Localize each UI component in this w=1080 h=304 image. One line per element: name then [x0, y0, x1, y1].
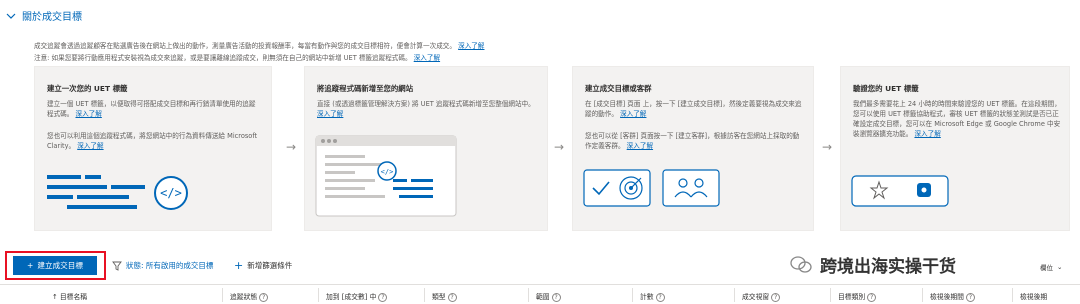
code-tag-illustration-icon: </> [47, 175, 188, 210]
sort-up-icon: ↑ [52, 293, 58, 301]
chat-bubbles-icon [790, 255, 812, 273]
learn-more-link[interactable]: 深入了解 [627, 142, 653, 150]
chevron-down-icon: ⌄ [1057, 263, 1063, 271]
help-icon[interactable]: ? [655, 293, 665, 302]
arrow-right-icon: → [554, 140, 565, 154]
arrow-right-icon: → [286, 140, 297, 154]
column-separator [734, 288, 735, 302]
status-filter-button[interactable]: 狀態: 所有啟用的成交目標 [112, 260, 213, 271]
plus-icon: + [27, 261, 34, 270]
column-separator [528, 288, 529, 302]
step-card-verify-tag: 驗證您的 UET 標籤 我們最多需要花上 24 小時的時間來驗證您的 UET 標… [840, 66, 1070, 231]
column-header-type[interactable]: 類型? [432, 291, 457, 302]
description-line-2: 注意: 如果您要將行動應用程式安裝視為成交來追蹤，或是要讓離線追蹤成交，則無須在… [34, 54, 441, 62]
help-icon[interactable]: ? [259, 293, 269, 302]
help-icon[interactable]: ? [771, 293, 781, 302]
column-header-count[interactable]: 計數? [640, 291, 665, 302]
column-separator [318, 288, 319, 302]
column-header-scope[interactable]: 範圍? [536, 291, 561, 302]
column-header-goal-category[interactable]: 目標類別? [838, 291, 877, 302]
arrow-right-icon: → [822, 140, 833, 154]
column-separator [922, 288, 923, 302]
webpage-code-illustration-icon: </> [315, 135, 457, 217]
learn-more-link[interactable]: 深入了解 [75, 110, 101, 118]
card-title: 將追蹤程式碼新增至您的網站 [317, 84, 414, 93]
learn-more-link[interactable]: 深入了解 [317, 110, 343, 118]
step-card-add-code: 將追蹤程式碼新增至您的網站 直接 (或透過標籤管理解決方案) 將 UET 追蹤程… [304, 66, 548, 231]
card-title: 建立成交目標或客群 [585, 84, 652, 93]
column-header-tracking-status[interactable]: 追蹤狀態? [230, 291, 269, 302]
learn-more-link[interactable]: 深入了解 [458, 42, 484, 50]
step-card-create-tag: 建立一次您的 UET 標籤 建立一個 UET 標籤，以便取得可搭配成交目標和再行… [34, 66, 272, 231]
help-icon[interactable]: ? [867, 293, 877, 302]
card-title: 建立一次您的 UET 標籤 [47, 84, 128, 93]
filter-icon [112, 261, 122, 271]
column-separator [424, 288, 425, 302]
add-filter-button[interactable]: + 新增篩選條件 [234, 259, 292, 272]
column-separator [222, 288, 223, 302]
column-header-conversion-window[interactable]: 成交視窗? [742, 291, 781, 302]
chevron-down-icon [6, 13, 16, 19]
goal-audience-illustration-icon [583, 169, 720, 207]
watermark: 跨境出海实操干货 [790, 252, 956, 277]
description-line-1: 成交追蹤會透過追蹤顧客在點選廣告後在網站上做出的動作，測量廣告活動的投資報酬率，… [34, 42, 485, 50]
column-header-include-in-conversions[interactable]: 加到 [成交數] 中? [326, 291, 388, 302]
card-text: 在 [成交目標] 頁面 上，按一下 [建立成交目標]，然後定義要視為成交來追蹤的… [585, 100, 802, 118]
help-icon[interactable]: ? [965, 293, 975, 302]
help-icon[interactable]: ? [378, 293, 388, 302]
help-icon[interactable]: ? [447, 293, 457, 302]
learn-more-link[interactable]: 深入了解 [914, 130, 940, 138]
card-text: 我們最多需要花上 24 小時的時間來驗證您的 UET 標籤。在這段期間，您可以使… [853, 100, 1061, 138]
step-card-create-goal: 建立成交目標或客群 在 [成交目標] 頁面 上，按一下 [建立成交目標]，然後定… [572, 66, 814, 231]
help-icon[interactable]: ? [551, 293, 561, 302]
learn-more-link[interactable]: 深入了解 [414, 54, 440, 62]
learn-more-link[interactable]: 深入了解 [620, 110, 646, 118]
card-title: 驗證您的 UET 標籤 [853, 84, 919, 93]
column-header-view-through-window[interactable]: 檢視後期間? [930, 291, 975, 302]
card-text: 建立一個 UET 標籤，以便取得可搭配成交目標和再行銷清單使用的追蹤程式碼。 深… [47, 100, 256, 118]
divider [0, 284, 1080, 285]
svg-text:</>: </> [160, 186, 182, 200]
section-toggle[interactable]: 關於成交目標 [6, 8, 82, 23]
browser-extension-illustration-icon [851, 175, 949, 207]
learn-more-link[interactable]: 深入了解 [77, 142, 103, 150]
card-text: 您也可以利用這個追蹤程式碼，將您網站中的行為資料傳送給 Microsoft Cl… [47, 132, 258, 150]
column-separator [1012, 288, 1013, 302]
section-title: 關於成交目標 [22, 12, 82, 23]
plus-icon: + [234, 259, 244, 272]
column-header-goal-name[interactable]: ↑ 目標名稱 [52, 291, 87, 301]
create-conversion-goal-button[interactable]: + 建立成交目標 [13, 256, 97, 275]
card-text: 直接 (或透過標籤管理解決方案) 將 UET 追蹤程式碼新增至您整個網站中。 深… [317, 100, 535, 118]
columns-button[interactable]: 欄位 ⌄ [1040, 262, 1062, 272]
column-separator [830, 288, 831, 302]
svg-text:</>: </> [381, 168, 394, 176]
column-header-view-through[interactable]: 檢視後期 [1020, 291, 1047, 301]
card-text: 您也可以從 [客群] 頁面按一下 [建立客群]，根據訪客在您網站上採取的動作定義… [585, 132, 800, 150]
column-separator [632, 288, 633, 302]
